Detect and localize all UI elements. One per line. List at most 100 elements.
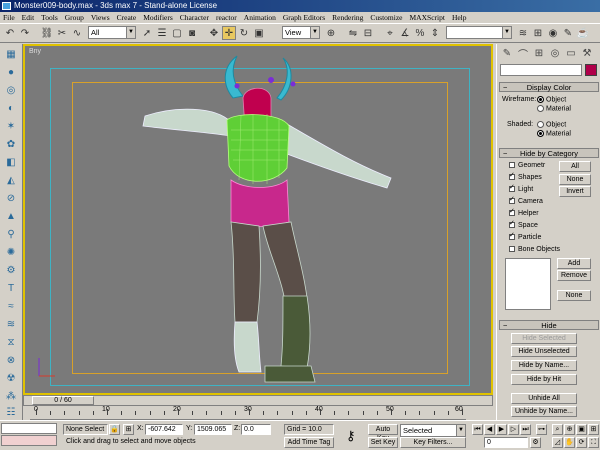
go-to-start-icon[interactable]: ⏮ [472,424,483,435]
x-coordinate-field[interactable]: -607.642 [145,424,183,435]
hide-by-hit-button[interactable]: Hide by Hit [511,374,577,385]
modifier-stack-icon[interactable]: ☷ [4,406,18,419]
create-camera-icon[interactable]: ✿ [4,138,18,151]
particle-icon[interactable]: ✺ [4,246,18,259]
menu-rendering[interactable]: Rendering [332,13,363,22]
utilities-tab-icon[interactable]: ⚒ [580,46,594,60]
schematic-view-icon[interactable]: ⊞ [531,26,545,40]
pivot-center-icon[interactable]: ⊕ [324,26,338,40]
category-invert-button[interactable]: Invert [559,186,591,197]
zoom-extents-all-icon[interactable]: ⊞ [588,424,599,435]
unhide-all-button[interactable]: Unhide All [511,393,577,404]
maxscript-output-field[interactable] [1,435,57,446]
go-to-end-icon[interactable]: ⏭ [520,424,531,435]
redo-icon[interactable]: ↷ [18,26,32,40]
loft-icon[interactable]: ⧖ [4,336,18,349]
create-spacewarp-icon[interactable]: ◭ [4,174,18,187]
absolute-mode-icon[interactable]: ⊞ [123,424,134,435]
time-slider[interactable]: 0 / 60 [23,395,493,406]
spinner-snap-icon[interactable]: ⇕ [428,26,442,40]
category-all-button[interactable]: All [559,161,591,172]
key-mode-dropdown[interactable]: Selected ▼ [400,424,466,437]
shaded-object-radio[interactable]: Object [537,121,566,128]
select-by-name-icon[interactable]: ☰ [155,26,169,40]
category-add-button[interactable]: Add [557,258,591,269]
menu-tools[interactable]: Tools [41,13,58,22]
play-icon[interactable]: ▶ [496,424,507,435]
category-remove-button[interactable]: Remove [557,270,591,281]
category-list[interactable] [505,258,551,310]
hide-by-category-rollout-header[interactable]: − Hide by Category [499,148,599,158]
menu-customize[interactable]: Customize [370,13,402,22]
category-none-button[interactable]: None [559,174,591,185]
space-warps-checkbox[interactable]: Space [509,219,538,229]
shapes-checkbox[interactable]: Shapes [509,171,542,181]
pyramid-icon[interactable]: ▲ [4,210,18,223]
reference-coord-dropdown[interactable]: View ▼ [282,26,320,39]
select-object-icon[interactable]: ➚ [140,26,154,40]
hierarchy-tab-icon[interactable]: ⊞ [532,46,546,60]
time-config-icon[interactable]: ⚙ [530,437,541,448]
create-shape-icon[interactable]: ◐ [4,102,18,115]
percent-snap-icon[interactable]: % [413,26,427,40]
scatter-icon[interactable]: ⁂ [4,390,18,403]
render-scene-icon[interactable]: ✎ [561,26,575,40]
add-time-tag-button[interactable]: Add Time Tag [284,437,334,448]
selection-filter-dropdown[interactable]: All ▼ [88,26,136,39]
menu-reactor[interactable]: reactor [216,13,237,22]
arc-rotate-icon[interactable]: ⟳ [576,437,587,448]
ripple-icon[interactable]: ≋ [4,318,18,331]
select-rotate-icon[interactable]: ↻ [237,26,251,40]
mirror-icon[interactable]: ⇋ [346,26,360,40]
cameras-checkbox[interactable]: Camera [509,195,543,205]
menu-maxscript[interactable]: MAXScript [410,13,445,22]
snap-toggle-icon[interactable]: ⌖ [383,26,397,40]
helpers-checkbox[interactable]: Helper [509,207,539,217]
motion-tab-icon[interactable]: ◎ [548,46,562,60]
rect-selection-icon[interactable]: ▢ [170,26,184,40]
unhide-by-name-button[interactable]: Unhide by Name... [511,406,577,417]
bone-icon[interactable]: ⚲ [4,228,18,241]
menu-create[interactable]: Create [117,13,137,22]
menu-views[interactable]: Views [91,13,110,22]
menu-file[interactable]: File [3,13,15,22]
auto-key-button[interactable]: Auto Key [368,424,398,442]
menu-help[interactable]: Help [452,13,467,22]
maximize-viewport-icon[interactable]: ⛶ [588,437,599,448]
zoom-all-icon[interactable]: ⊕ [564,424,575,435]
object-color-swatch[interactable] [585,64,597,76]
particle-systems-checkbox[interactable]: Particle [509,231,541,241]
create-helper-icon[interactable]: ◧ [4,156,18,169]
curve-editor-icon[interactable]: ≋ [516,26,530,40]
boolean-icon[interactable]: ⊗ [4,354,18,367]
key-filters-button[interactable]: Key Filters... [400,437,466,448]
create-light-icon[interactable]: ✶ [4,120,18,133]
hide-unselected-button[interactable]: Hide Unselected [511,346,577,357]
wireframe-object-radio[interactable]: Object [537,96,566,103]
current-frame-field[interactable]: 0 [484,437,528,448]
select-move-icon[interactable]: ✥ [207,26,221,40]
y-coordinate-field[interactable]: 1509.065 [194,424,232,435]
text-tool-icon[interactable]: T [4,282,18,295]
key-mode-toggle-icon[interactable]: ⊶ [536,424,547,435]
time-slider-thumb[interactable]: 0 / 60 [32,396,94,405]
menu-graph-editors[interactable]: Graph Editors [283,13,325,22]
menu-character[interactable]: Character [180,13,209,22]
zoom-extents-icon[interactable]: ▣ [576,424,587,435]
zoom-icon[interactable]: ⌕ [552,424,563,435]
lock-selection-icon[interactable]: 🔒 [109,424,120,435]
hide-by-name-button[interactable]: Hide by Name... [511,360,577,371]
perspective-viewport[interactable]: Bny [23,44,493,395]
hide-selected-button[interactable]: Hide Selected [511,333,577,344]
bind-space-warp-icon[interactable]: ∿ [70,26,84,40]
set-key-button[interactable]: Set Key [368,437,398,448]
next-frame-icon[interactable]: ▷ [508,424,519,435]
display-tab-icon[interactable]: ▭ [564,46,578,60]
geometry-checkbox[interactable]: Geometr [509,162,545,169]
unlink-icon[interactable]: ✂ [55,26,69,40]
create-sphere-icon[interactable]: ● [4,66,18,79]
menu-edit[interactable]: Edit [22,13,35,22]
hide-rollout-header[interactable]: − Hide [499,320,599,330]
maxscript-listener-field[interactable] [1,423,57,434]
create-box-icon[interactable]: ▦ [4,48,18,61]
